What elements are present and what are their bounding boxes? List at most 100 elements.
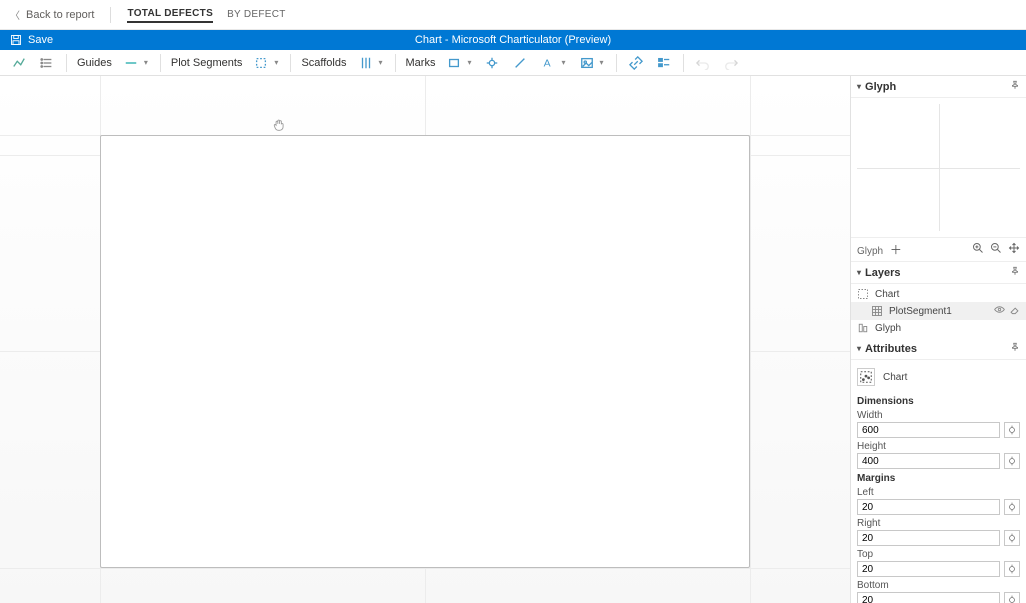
undo-button[interactable] xyxy=(692,54,714,72)
redo-icon xyxy=(724,56,738,70)
margin-left-input[interactable] xyxy=(857,499,1000,515)
layer-plotsegment1[interactable]: PlotSegment1 xyxy=(851,302,1026,320)
add-glyph-button[interactable]: ＋ xyxy=(890,243,902,257)
save-icon xyxy=(10,34,22,46)
bind-button[interactable] xyxy=(1004,592,1020,603)
legend-icon xyxy=(657,56,671,70)
plot-segment-region-button[interactable]: ▾ xyxy=(250,54,282,72)
zoom-fit-button[interactable] xyxy=(1008,242,1020,257)
mark-line-button[interactable] xyxy=(509,54,531,72)
bind-icon xyxy=(1007,425,1017,435)
chevron-down-icon: ▾ xyxy=(379,58,383,67)
attributes-object: Chart xyxy=(857,364,1020,392)
tab-total-defects[interactable]: TOTAL DEFECTS xyxy=(127,6,213,23)
line-tool-button[interactable] xyxy=(8,54,30,72)
margin-bottom-label: Bottom xyxy=(857,580,1020,591)
tab-by-defect[interactable]: BY DEFECT xyxy=(227,7,286,22)
svg-text:A: A xyxy=(544,57,551,69)
line-icon xyxy=(513,56,527,70)
layer-glyph[interactable]: Glyph xyxy=(851,320,1026,336)
chevron-down-icon[interactable]: ▾ xyxy=(857,268,861,277)
glyph-footer: Glyph ＋ xyxy=(851,238,1026,262)
visibility-toggle[interactable] xyxy=(994,304,1005,318)
zoom-out-button[interactable] xyxy=(990,242,1002,257)
region-icon xyxy=(254,56,268,70)
attributes-panel-header: ▾Attributes xyxy=(851,338,1026,360)
divider xyxy=(616,54,617,72)
mark-image-button[interactable]: ▾ xyxy=(576,54,608,72)
mark-rect-button[interactable]: ▾ xyxy=(443,54,475,72)
divider xyxy=(110,7,111,23)
width-input[interactable] xyxy=(857,422,1000,438)
bind-icon xyxy=(1007,595,1017,603)
chevron-down-icon: ▾ xyxy=(600,58,604,67)
height-input[interactable] xyxy=(857,453,1000,469)
bind-button[interactable] xyxy=(1004,422,1020,438)
app-title: Chart - Microsoft Charticulator (Preview… xyxy=(415,34,611,46)
move-icon xyxy=(1008,242,1020,254)
bind-button[interactable] xyxy=(1004,561,1020,577)
pin-button[interactable] xyxy=(1010,342,1020,355)
glyph-footer-label: Glyph xyxy=(857,246,883,257)
mark-symbol-button[interactable] xyxy=(481,54,503,72)
bind-button[interactable] xyxy=(1004,453,1020,469)
zoom-out-icon xyxy=(990,242,1002,254)
save-label: Save xyxy=(28,34,53,46)
marks-label: Marks xyxy=(404,57,438,69)
erase-button[interactable] xyxy=(1009,304,1020,318)
legend-button[interactable] xyxy=(653,54,675,72)
bind-button[interactable] xyxy=(1004,499,1020,515)
zoom-in-button[interactable] xyxy=(972,242,984,257)
margin-right-input[interactable] xyxy=(857,530,1000,546)
grab-cursor-icon xyxy=(272,118,286,137)
divider xyxy=(290,54,291,72)
eraser-icon xyxy=(1009,304,1020,315)
glyph-canvas[interactable] xyxy=(851,98,1026,238)
chevron-down-icon: ▾ xyxy=(274,58,278,67)
divider xyxy=(395,54,396,72)
chart-icon xyxy=(857,288,869,300)
text-icon: A xyxy=(541,56,555,70)
divider xyxy=(160,54,161,72)
margin-top-input[interactable] xyxy=(857,561,1000,577)
chevron-down-icon[interactable]: ▾ xyxy=(857,82,861,91)
pin-button[interactable] xyxy=(1010,266,1020,279)
side-panels: ▾ Glyph Glyph ＋ xyxy=(850,76,1026,603)
glyph-title: Glyph xyxy=(865,81,896,93)
attributes-body: Chart Dimensions Width Height Margins Le… xyxy=(851,360,1026,603)
bind-icon xyxy=(1007,564,1017,574)
chart-object-icon xyxy=(857,368,875,386)
back-to-report-link[interactable]: 〈 Back to report xyxy=(10,7,94,22)
width-label: Width xyxy=(857,410,1020,421)
layer-chart[interactable]: Chart xyxy=(851,286,1026,302)
mark-text-button[interactable]: A▾ xyxy=(537,54,569,72)
margin-left-label: Left xyxy=(857,487,1020,498)
guide-line xyxy=(857,168,1020,169)
plot-segments-label: Plot Segments xyxy=(169,57,245,69)
guides-line-button[interactable]: ▾ xyxy=(120,54,152,72)
guide-line-icon xyxy=(124,56,138,70)
app-bar: Save Chart - Microsoft Charticulator (Pr… xyxy=(0,30,1026,50)
margin-bottom-input[interactable] xyxy=(857,592,1000,603)
scaffold-button[interactable]: ▾ xyxy=(355,54,387,72)
eye-icon xyxy=(994,304,1005,315)
bind-button[interactable] xyxy=(1004,530,1020,546)
chevron-left-icon: 〈 xyxy=(10,7,20,22)
chevron-down-icon[interactable]: ▾ xyxy=(857,344,861,353)
grid-icon xyxy=(871,305,883,317)
bind-icon xyxy=(1007,502,1017,512)
zoom-in-icon xyxy=(972,242,984,254)
pin-button[interactable] xyxy=(1010,80,1020,93)
list-tool-button[interactable] xyxy=(36,54,58,72)
margin-right-label: Right xyxy=(857,518,1020,529)
guides-label: Guides xyxy=(75,57,114,69)
report-crumb-bar: 〈 Back to report TOTAL DEFECTS BY DEFECT xyxy=(0,0,1026,30)
link-button[interactable] xyxy=(625,54,647,72)
redo-button[interactable] xyxy=(720,54,742,72)
dimensions-heading: Dimensions xyxy=(857,396,1020,407)
chart-canvas[interactable] xyxy=(0,76,850,603)
link-icon xyxy=(629,56,643,70)
save-button[interactable]: Save xyxy=(0,30,63,50)
chart-bounds[interactable] xyxy=(100,135,750,568)
chevron-down-icon: ▾ xyxy=(144,58,148,67)
